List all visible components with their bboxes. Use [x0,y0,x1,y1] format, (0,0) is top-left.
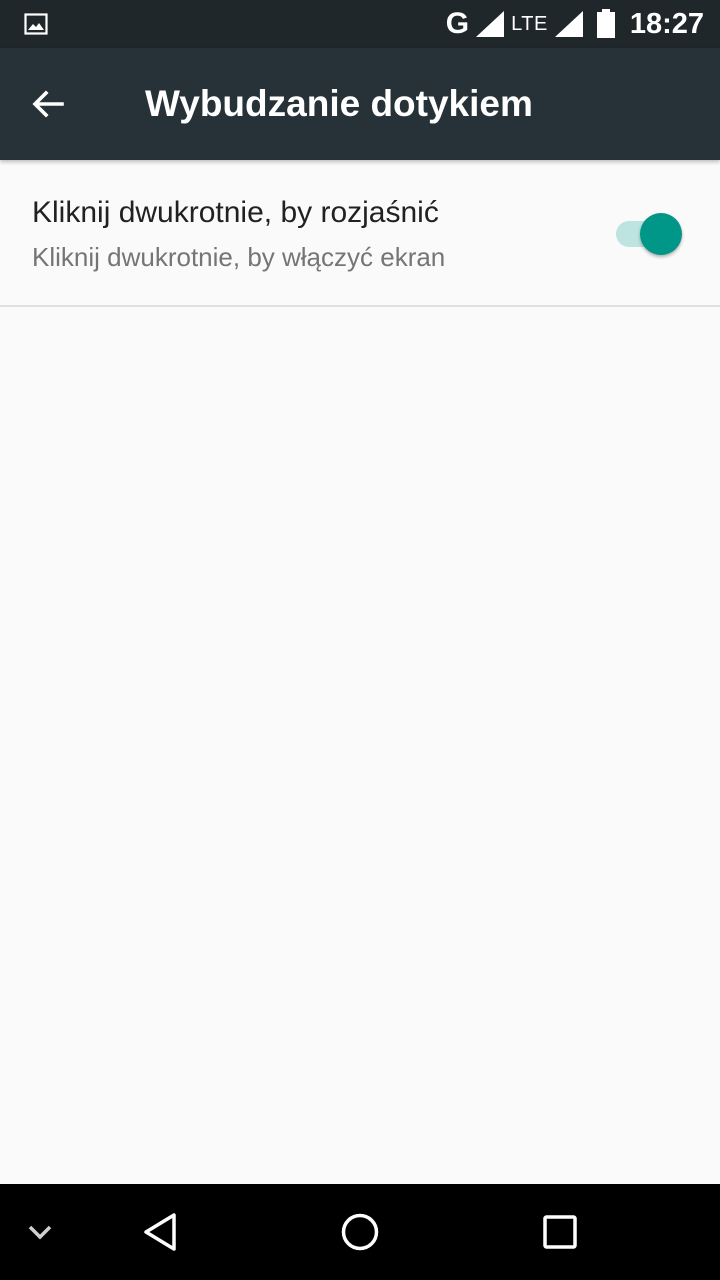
back-triangle-icon [140,1212,180,1252]
setting-summary: Kliknij dwukrotnie, by włączyć ekran [32,242,446,272]
clock: 18:27 [629,8,704,40]
status-icons: G LTE 18:27 [446,0,704,48]
battery-icon [596,9,616,39]
double-tap-toggle[interactable] [614,212,684,256]
recents-square-icon [542,1214,578,1250]
signal-icon [554,10,584,38]
image-notification-icon [24,12,48,36]
lte-label: LTE [511,13,548,35]
toggle-thumb [640,213,682,255]
nav-recents-button[interactable] [536,1208,584,1256]
back-button[interactable] [24,80,72,128]
setting-title: Kliknij dwukrotnie, by rozjaśnić [32,196,439,229]
nav-home-button[interactable] [336,1208,384,1256]
divider [0,305,720,307]
setting-item-double-tap-wake[interactable]: Kliknij dwukrotnie, by rozjaśnić Kliknij… [0,160,720,305]
network-type-label: G [445,7,470,40]
signal-icon [475,10,505,38]
arrow-back-icon [30,86,66,122]
app-bar: Wybudzanie dotykiem [0,48,720,160]
home-circle-icon [340,1212,380,1252]
status-bar: G LTE 18:27 [0,0,720,48]
hide-keyboard-button[interactable] [16,1208,64,1256]
page-title: Wybudzanie dotykiem [145,83,533,124]
settings-list: Kliknij dwukrotnie, by rozjaśnić Kliknij… [0,160,720,1184]
nav-back-button[interactable] [136,1208,184,1256]
navigation-bar [0,1184,720,1280]
chevron-down-icon [25,1217,55,1247]
